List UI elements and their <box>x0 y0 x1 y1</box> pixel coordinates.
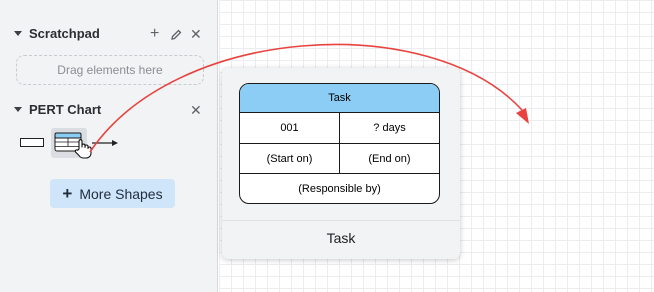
close-icon[interactable]: ✕ <box>190 100 202 120</box>
scratchpad-title: Scratchpad <box>29 25 100 41</box>
plus-icon: + <box>62 183 73 203</box>
task-id-cell: 001 <box>240 113 340 144</box>
task-responsible-cell: (Responsible by) <box>298 182 381 195</box>
connector-arrow-icon[interactable] <box>92 136 120 148</box>
task-duration-cell: ? days <box>340 113 439 144</box>
pencil-icon[interactable] <box>170 24 182 44</box>
shape-preview-popup: Task 001 ? days (Start on) (End on) (Res… <box>222 68 460 259</box>
task-shape-preview: Task 001 ? days (Start on) (End on) (Res… <box>239 83 440 204</box>
caret-down-icon[interactable] <box>14 106 22 112</box>
caret-down-icon[interactable] <box>14 30 22 36</box>
scratchpad-header[interactable]: Scratchpad <box>14 23 100 43</box>
task-end-cell: (End on) <box>340 144 439 174</box>
task-start-cell: (Start on) <box>240 144 340 174</box>
close-icon[interactable]: ✕ <box>190 24 202 44</box>
more-shapes-button[interactable]: + More Shapes <box>50 179 175 208</box>
hand-cursor-icon <box>73 138 93 160</box>
scratchpad-dropzone[interactable]: Drag elements here <box>16 55 204 85</box>
task-title-cell: Task <box>240 84 439 113</box>
preview-label: Task <box>326 230 356 246</box>
rectangle-shape-icon[interactable] <box>20 138 44 147</box>
more-shapes-label: More Shapes <box>79 185 163 202</box>
sidebar: Scratchpad + ✕ Drag elements here PERT C… <box>0 0 218 292</box>
preview-divider <box>222 220 460 221</box>
plus-icon[interactable]: + <box>150 24 159 44</box>
dropzone-text: Drag elements here <box>57 63 163 77</box>
pert-chart-header[interactable]: PERT Chart <box>14 99 101 119</box>
pert-chart-title: PERT Chart <box>29 101 102 117</box>
